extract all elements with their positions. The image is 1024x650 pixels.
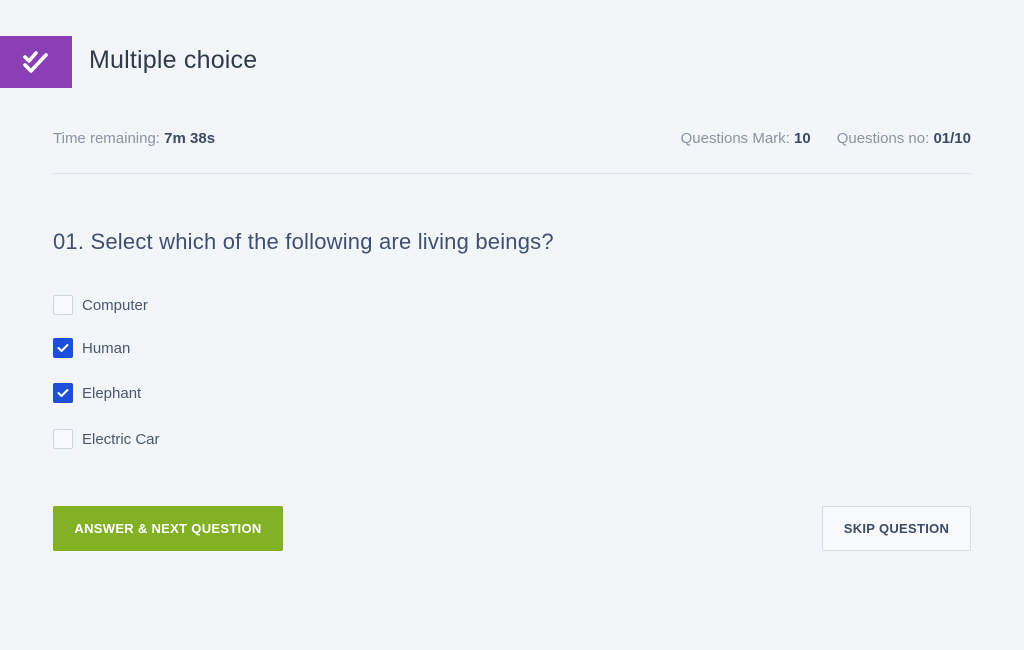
option-label: Elephant: [82, 384, 142, 402]
quiz-meta: Time remaining: 7m 38s Questions Mark: 1…: [53, 130, 971, 147]
option-label: Human: [82, 339, 131, 357]
question-mark: Questions Mark: 10: [681, 130, 811, 147]
question-number: Questions no: 01/10: [837, 130, 971, 147]
question-mark-label: Questions Mark:: [680, 130, 790, 147]
option-checkbox[interactable]: [53, 338, 73, 358]
quiz-page: Multiple choice Time remaining: 7m 38s Q…: [0, 0, 1024, 650]
option-checkbox[interactable]: [53, 383, 73, 403]
time-remaining: Time remaining: 7m 38s: [53, 130, 215, 147]
double-check-icon: [23, 51, 48, 73]
header-badge: [0, 36, 72, 88]
question-number-label: Questions no:: [836, 130, 930, 147]
option-label: Computer: [82, 296, 148, 314]
answer-next-button[interactable]: ANSWER & NEXT QUESTION: [53, 506, 283, 551]
checkmark-icon: [57, 389, 69, 397]
option-elephant[interactable]: Elephant: [53, 383, 141, 403]
page-title: Multiple choice: [89, 46, 258, 74]
question-number-value: 01/10: [933, 130, 971, 147]
quiz-meta-right: Questions Mark: 10 Questions no: 01/10: [681, 130, 971, 147]
question-text: 01. Select which of the following are li…: [53, 229, 554, 254]
time-remaining-label: Time remaining:: [53, 130, 160, 147]
option-human[interactable]: Human: [53, 338, 130, 358]
option-checkbox[interactable]: [53, 295, 73, 315]
skip-question-button[interactable]: SKIP QUESTION: [822, 506, 971, 551]
option-computer[interactable]: Computer: [53, 295, 148, 315]
option-electric-car[interactable]: Electric Car: [53, 429, 160, 449]
time-remaining-value: 7m 38s: [164, 130, 216, 147]
question-mark-value: 10: [794, 130, 811, 147]
divider: [53, 173, 971, 174]
checkmark-icon: [57, 344, 69, 352]
option-label: Electric Car: [82, 430, 160, 448]
option-checkbox[interactable]: [53, 429, 73, 449]
